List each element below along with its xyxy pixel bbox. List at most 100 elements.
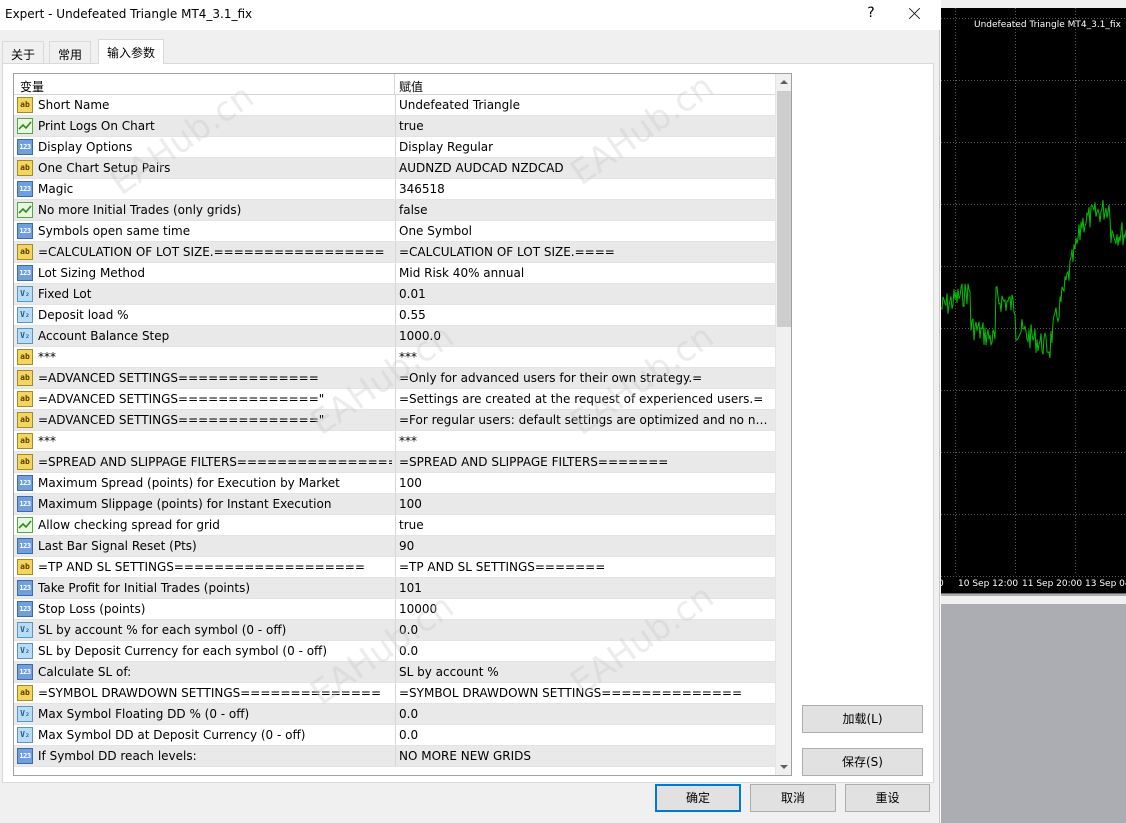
ok-button[interactable]: 确定 (655, 784, 741, 812)
variable-value[interactable]: =SPREAD AND SLIPPAGE FILTERS======= (399, 455, 769, 469)
table-row[interactable]: V₂ Max Symbol Floating DD % (0 - off) 0.0 (14, 704, 775, 725)
variable-value[interactable]: 1000.0 (399, 329, 769, 343)
table-row[interactable]: ab *** *** (14, 347, 775, 368)
table-row[interactable]: ab =SPREAD AND SLIPPAGE FILTERS==========… (14, 452, 775, 473)
chart-gridline (955, 302, 956, 303)
chart-gridline (955, 512, 956, 513)
chart-gridline (1075, 50, 1076, 51)
chart-gridline (955, 209, 956, 210)
variable-value[interactable]: *** (399, 434, 769, 448)
table-row[interactable]: 123 Maximum Spread (points) for Execution… (14, 473, 775, 494)
table-row[interactable]: No more Initial Trades (only grids) false (14, 200, 775, 221)
variable-value[interactable]: 346518 (399, 182, 769, 196)
tab-common[interactable]: 常用 (49, 41, 92, 63)
table-row[interactable]: ab Short Name Undefeated Triangle (14, 95, 775, 116)
load-button[interactable]: 加载(L) (802, 705, 923, 733)
table-row[interactable]: 123 Display Options Display Regular (14, 137, 775, 158)
tab-about[interactable]: 关于 (2, 41, 45, 63)
table-row[interactable]: 123 Magic 346518 (14, 179, 775, 200)
cancel-button[interactable]: 取消 (750, 784, 836, 812)
variable-value[interactable]: Undefeated Triangle (399, 98, 769, 112)
help-button[interactable]: ? (864, 5, 878, 21)
table-row[interactable]: ab =ADVANCED SETTINGS============== =Only … (14, 368, 775, 389)
close-icon[interactable] (904, 4, 926, 24)
table-row[interactable]: Allow checking spread for grid true (14, 515, 775, 536)
table-row[interactable]: V₂ Max Symbol DD at Deposit Currency (0 -… (14, 725, 775, 746)
variable-value[interactable]: =SYMBOL DRAWDOWN SETTINGS============== (399, 686, 769, 700)
variable-value[interactable]: SL by account % (399, 665, 769, 679)
table-row[interactable]: ab =TP AND SL SETTINGS===================… (14, 557, 775, 578)
table-row[interactable]: 123 Lot Sizing Method Mid Risk 40% annual (14, 263, 775, 284)
variable-value[interactable]: 0.0 (399, 728, 769, 742)
scroll-up-icon[interactable] (776, 74, 791, 90)
variable-value[interactable]: 0.0 (399, 707, 769, 721)
table-row[interactable]: 123 Symbols open same time One Symbol (14, 221, 775, 242)
table-row[interactable]: V₂ Fixed Lot 0.01 (14, 284, 775, 305)
integer-type-icon: 123 (17, 475, 33, 491)
chart-gridline (1040, 452, 1041, 453)
variable-value[interactable]: Mid Risk 40% annual (399, 266, 769, 280)
variable-value[interactable]: 0.55 (399, 308, 769, 322)
table-row[interactable]: 123 Maximum Slippage (points) for Instant… (14, 494, 775, 515)
variable-value[interactable]: 10000 (399, 602, 769, 616)
chart-gridline (977, 452, 978, 453)
variable-value[interactable]: =Settings are created at the request of … (399, 392, 769, 406)
variable-value[interactable]: 0.0 (399, 623, 769, 637)
table-row[interactable]: V₂ SL by Deposit Currency for each symbol… (14, 641, 775, 662)
vertical-scrollbar[interactable] (775, 74, 791, 775)
variable-value[interactable]: NO MORE NEW GRIDS (399, 749, 769, 763)
chart-gridline (955, 380, 956, 381)
variable-value[interactable]: false (399, 203, 769, 217)
chart-gridline (1007, 328, 1008, 329)
chart-gridline (1075, 119, 1076, 120)
variable-value[interactable]: =For regular users: default settings are… (399, 413, 769, 427)
column-header-variable[interactable]: 变量 (14, 74, 395, 95)
table-row[interactable]: ab =ADVANCED SETTINGS==============" =For … (14, 410, 775, 431)
variable-value[interactable]: 100 (399, 497, 769, 511)
scroll-down-icon[interactable] (776, 759, 791, 775)
variable-value[interactable]: One Symbol (399, 224, 769, 238)
variable-value[interactable]: =TP AND SL SETTINGS======= (399, 560, 769, 574)
table-row[interactable]: ab =SYMBOL DRAWDOWN SETTINGS=============… (14, 683, 775, 704)
table-row[interactable]: ab =CALCULATION OF LOT SIZE.=============… (14, 242, 775, 263)
chart-gridline (1061, 576, 1062, 577)
chart-gridline (950, 328, 951, 329)
table-row[interactable]: ab =ADVANCED SETTINGS==============" =Sett… (14, 389, 775, 410)
table-row[interactable]: V₂ SL by account % for each symbol (0 - o… (14, 620, 775, 641)
variable-value[interactable]: true (399, 518, 769, 532)
variable-value[interactable]: 0.0 (399, 644, 769, 658)
variable-value[interactable]: Display Regular (399, 140, 769, 154)
table-row[interactable]: Print Logs On Chart true (14, 116, 775, 137)
table-row[interactable]: V₂ Deposit load % 0.55 (14, 305, 775, 326)
chart-gridline (1075, 209, 1076, 210)
tab-inputs[interactable]: 输入参数 (98, 39, 165, 64)
chart-gridline (1025, 266, 1026, 267)
column-header-value[interactable]: 赋值 (395, 74, 775, 95)
table-row[interactable]: V₂ Account Balance Step 1000.0 (14, 326, 775, 347)
chart-canvas[interactable]: 0 10 Sep 12:00 11 Sep 20:0013 Sep 04 Undef… (938, 8, 1126, 594)
chart-gridline (1058, 328, 1059, 329)
variable-value[interactable]: =CALCULATION OF LOT SIZE.==== (399, 245, 769, 259)
variable-value[interactable]: 90 (399, 539, 769, 553)
table-row[interactable]: ab One Chart Setup Pairs AUDNZD AUDCAD NZD… (14, 158, 775, 179)
table-row[interactable]: 123 Stop Loss (points) 10000 (14, 599, 775, 620)
save-button[interactable]: 保存(S) (802, 748, 923, 776)
chart-gridline (992, 266, 993, 267)
scroll-thumb[interactable] (777, 91, 791, 327)
variable-value[interactable]: 101 (399, 581, 769, 595)
variable-value[interactable]: true (399, 119, 769, 133)
table-row[interactable]: ab *** *** (14, 431, 775, 452)
variable-value[interactable]: =Only for advanced users for their own s… (399, 371, 769, 385)
chart-gridline (1019, 390, 1020, 391)
chart-gridline (1015, 497, 1016, 498)
table-row[interactable]: 123 Calculate SL of: SL by account % (14, 662, 775, 683)
table-row[interactable]: 123 If Symbol DD reach levels: NO MORE NEW… (14, 746, 775, 767)
reset-button[interactable]: 重设 (845, 784, 930, 812)
variable-value[interactable]: *** (399, 350, 769, 364)
variable-value[interactable]: 0.01 (399, 287, 769, 301)
variable-value[interactable]: 100 (399, 476, 769, 490)
table-row[interactable]: 123 Take Profit for Initial Trades (point… (14, 578, 775, 599)
chart-gridline (1075, 557, 1076, 558)
table-row[interactable]: 123 Last Bar Signal Reset (Pts) 90 (14, 536, 775, 557)
variable-value[interactable]: AUDNZD AUDCAD NZDCAD (399, 161, 769, 175)
